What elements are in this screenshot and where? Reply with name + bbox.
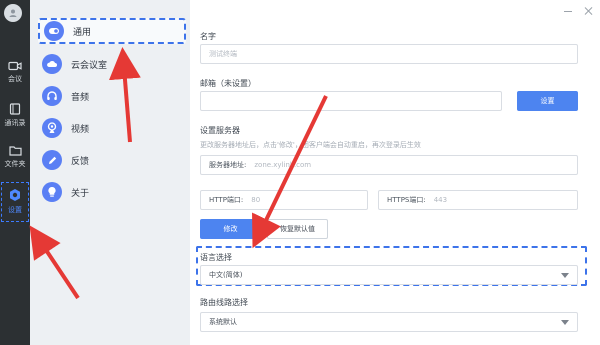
- headphones-icon: [42, 86, 62, 106]
- https-port-label: HTTPS端口:: [387, 196, 426, 204]
- rail-item-folder[interactable]: 文件夹: [0, 145, 30, 169]
- https-port-field[interactable]: HTTPS端口: 443: [378, 190, 578, 210]
- server-settings-title: 设置服务器: [200, 126, 240, 135]
- nav-item-label: 云会议室: [71, 60, 108, 71]
- modify-button[interactable]: 修改: [200, 219, 261, 239]
- https-port-value: 443: [433, 196, 448, 204]
- route-value: 系统默认: [209, 318, 237, 326]
- cloud-icon: [42, 54, 62, 74]
- server-address-field[interactable]: 服务器地址: zone.xylink.com: [200, 155, 578, 175]
- webcam-icon: [42, 118, 62, 138]
- user-avatar-icon: [9, 9, 17, 17]
- minimize-icon[interactable]: [563, 6, 573, 16]
- restore-defaults-button[interactable]: 恢复默认值: [267, 219, 328, 239]
- settings-hexagon-icon: [10, 189, 20, 201]
- http-port-label: HTTP端口:: [209, 196, 244, 204]
- nav-item-feedback[interactable]: 反馈: [38, 147, 186, 173]
- nav-item-label: 反馈: [71, 156, 90, 167]
- route-label: 路由线路选择: [200, 298, 248, 307]
- rail-item-label: 通讯录: [4, 119, 26, 127]
- nav-item-video[interactable]: 视频: [38, 115, 186, 141]
- left-rail: 会议 通讯录 文件夹 设置: [0, 0, 30, 345]
- lightbulb-icon: [42, 182, 62, 202]
- nav-item-audio[interactable]: 音频: [38, 83, 186, 109]
- language-label: 语言选择: [200, 253, 232, 262]
- settings-nav: 通用 云会议室 音频 视频 反馈 关于: [30, 0, 191, 345]
- nav-item-label: 视频: [71, 124, 90, 135]
- pencil-icon: [42, 150, 62, 170]
- language-value: 中文(简体): [209, 271, 243, 279]
- nav-item-about[interactable]: 关于: [38, 179, 186, 205]
- chevron-down-icon: [561, 272, 569, 278]
- nav-item-label: 音频: [71, 92, 90, 103]
- rail-item-settings[interactable]: 设置: [0, 188, 30, 215]
- server-address-value: zone.xylink.com: [254, 161, 312, 169]
- http-port-field[interactable]: HTTP端口: 80: [200, 190, 368, 210]
- server-settings-hint: 更改服务器地址后，点击'修改'，团客户端会自动重启，再次登录后生效: [200, 141, 421, 149]
- camera-icon: [8, 61, 22, 71]
- rail-item-contacts[interactable]: 通讯录: [0, 103, 30, 128]
- rail-item-label: 设置: [8, 206, 22, 214]
- contacts-book-icon: [9, 103, 21, 115]
- email-field[interactable]: [200, 91, 502, 111]
- email-set-button[interactable]: 设置: [517, 91, 578, 111]
- window-controls: [563, 6, 594, 16]
- rail-item-meeting[interactable]: 会议: [0, 61, 30, 84]
- name-field[interactable]: 测试终端: [200, 44, 578, 64]
- chevron-down-icon: [561, 319, 569, 325]
- route-select[interactable]: 系统默认: [200, 312, 578, 332]
- rail-item-label: 会议: [8, 75, 22, 83]
- nav-item-label: 关于: [71, 188, 90, 199]
- language-select[interactable]: 中文(简体): [200, 265, 578, 285]
- email-label: 邮箱（未设置）: [200, 79, 256, 88]
- nav-item-label: 通用: [73, 27, 92, 38]
- avatar[interactable]: [4, 4, 22, 22]
- rail-item-label: 文件夹: [4, 160, 26, 168]
- nav-item-cloud-room[interactable]: 云会议室: [38, 51, 186, 77]
- toggle-icon: [44, 21, 64, 41]
- nav-item-general[interactable]: 通用: [38, 18, 186, 44]
- folder-icon: [8, 146, 22, 156]
- close-icon[interactable]: [584, 6, 594, 16]
- name-placeholder: 测试终端: [209, 50, 237, 58]
- http-port-value: 80: [251, 196, 261, 204]
- name-label: 名字: [200, 32, 216, 41]
- server-address-label: 服务器地址:: [209, 161, 247, 169]
